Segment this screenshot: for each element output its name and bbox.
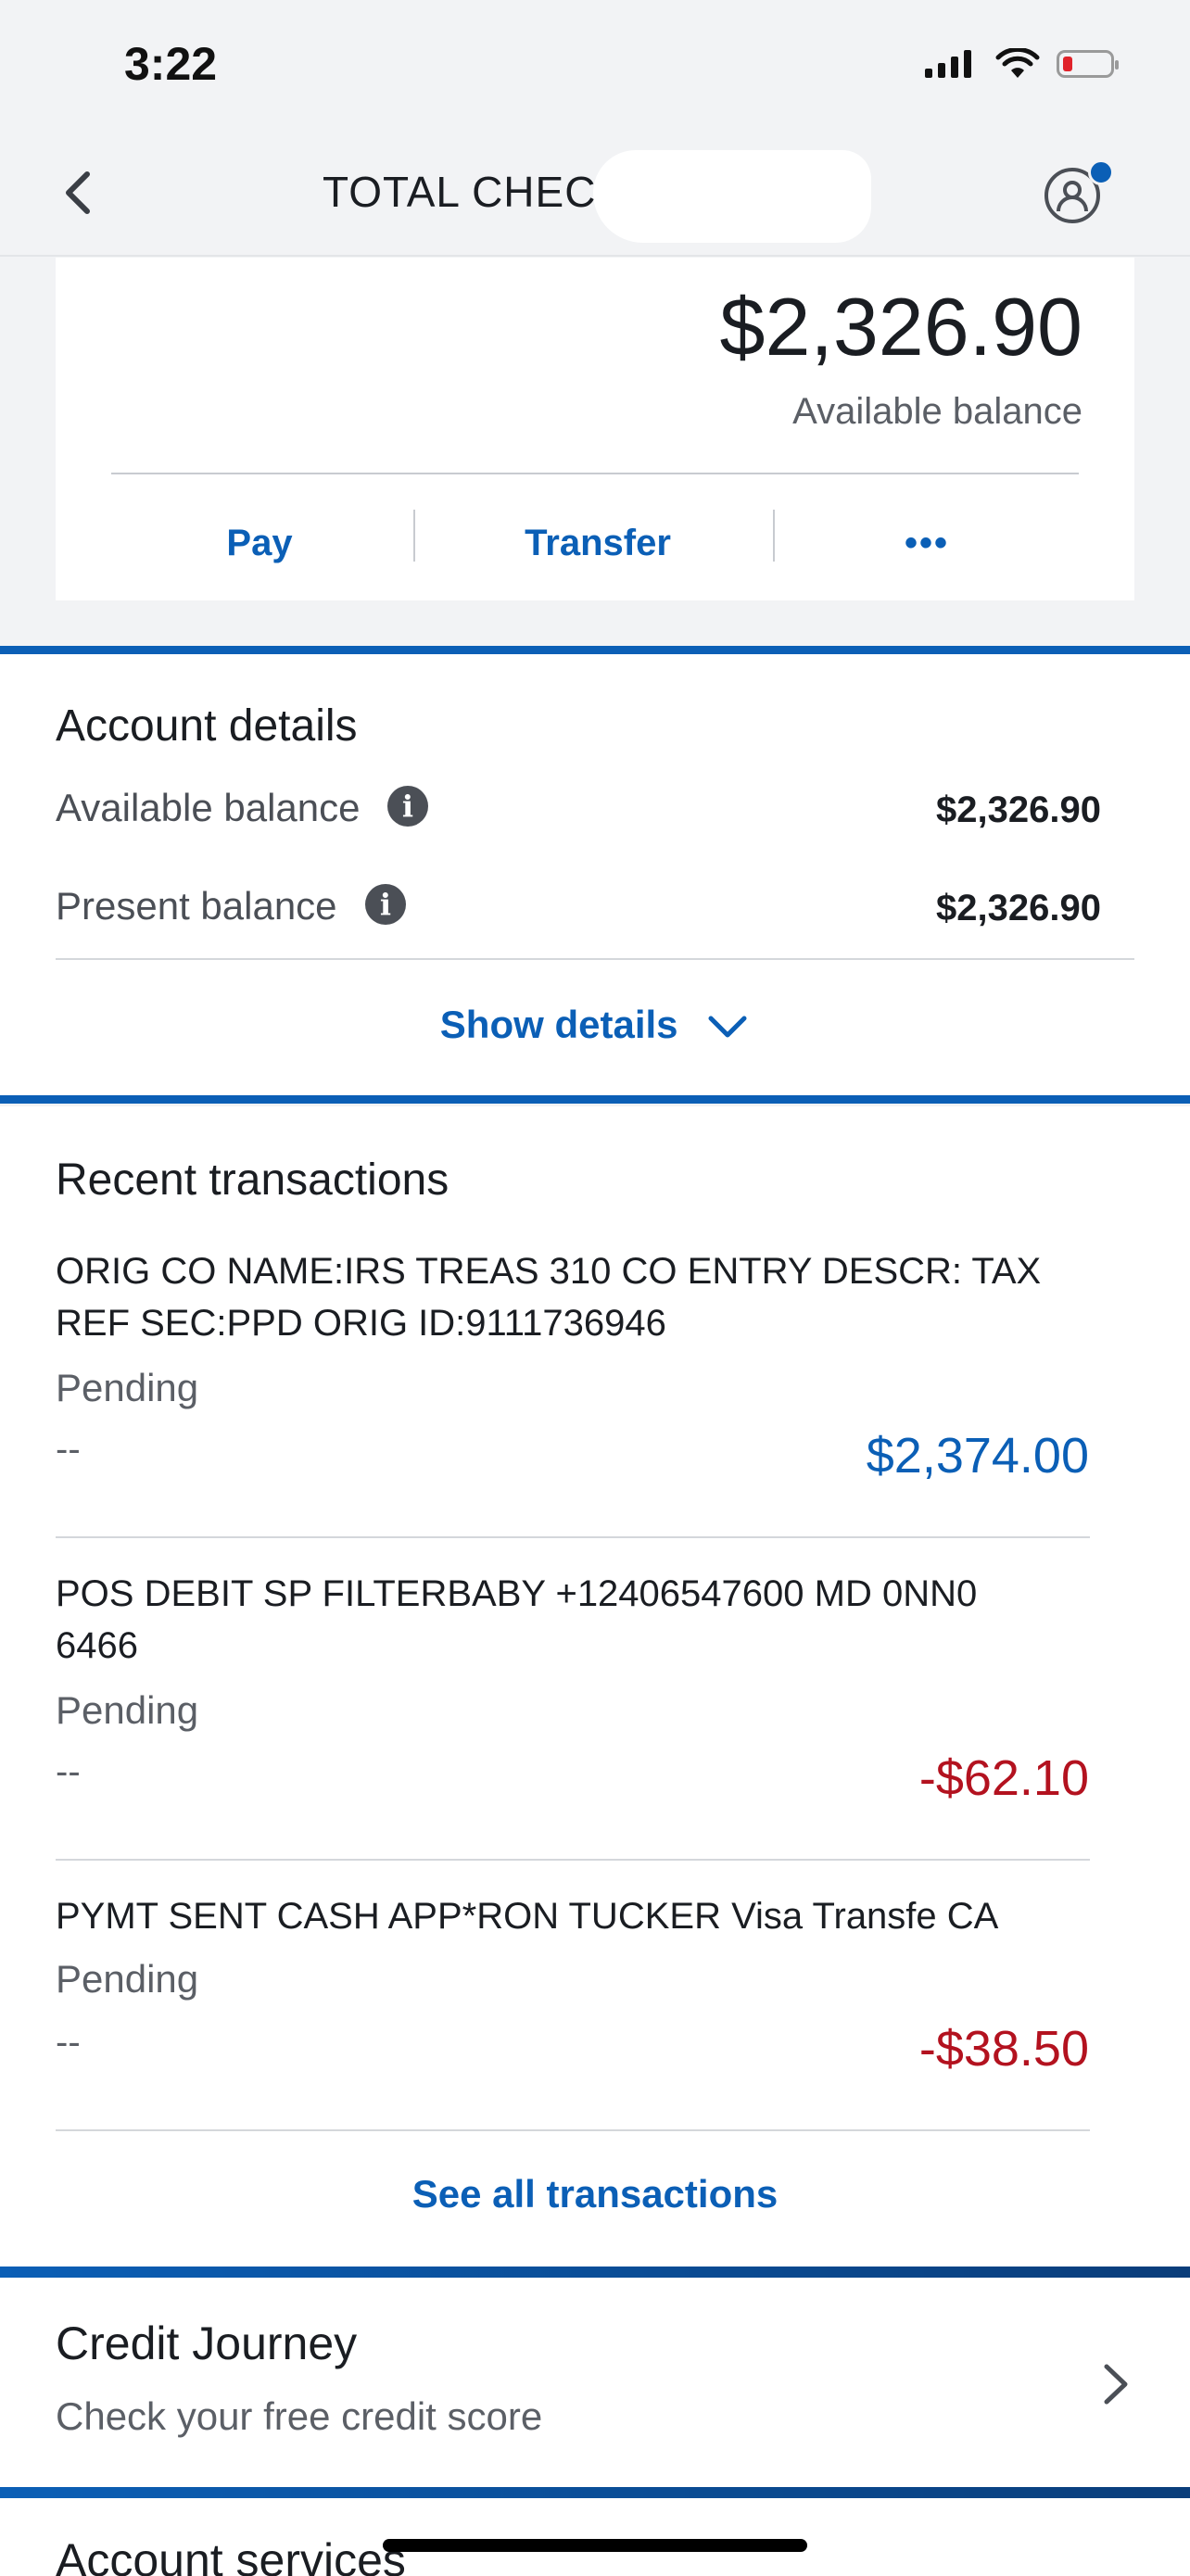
- balance-label: Available balance: [792, 391, 1082, 432]
- status-time: 3:22: [124, 38, 218, 90]
- more-options-button[interactable]: •••: [779, 515, 1075, 571]
- transaction-description: POS DEBIT SP FILTERBABY +12406547600 MD …: [56, 1573, 978, 1666]
- section-divider: [0, 2267, 1190, 2278]
- redaction-mark: [593, 150, 871, 243]
- transaction-status: Pending: [56, 1366, 199, 1409]
- present-balance-label: Present balance: [56, 884, 337, 928]
- pay-button[interactable]: Pay: [111, 515, 408, 571]
- balance-card: $2,326.90 Available balance Pay Transfer…: [56, 258, 1134, 600]
- transaction-row[interactable]: POS DEBIT SP FILTERBABY +12406547600 MD …: [0, 1568, 1190, 1864]
- transaction-amount: -$62.10: [918, 1750, 1089, 1806]
- account-services-section[interactable]: Account services: [0, 2498, 1190, 2576]
- transaction-date: --: [56, 1751, 81, 1792]
- see-all-transactions-link[interactable]: See all transactions: [0, 2172, 1190, 2216]
- balance-amount: $2,326.90: [719, 281, 1083, 373]
- chevron-right-icon: [1104, 2364, 1128, 2405]
- divider: [56, 1859, 1090, 1861]
- credit-journey-card[interactable]: Credit Journey Check your free credit sc…: [0, 2278, 1190, 2487]
- divider: [56, 2129, 1090, 2131]
- present-balance-value: $2,326.90: [936, 888, 1101, 928]
- chevron-down-icon: [708, 1016, 747, 1038]
- divider: [773, 510, 775, 562]
- show-details-label: Show details: [439, 1003, 678, 1046]
- transfer-button[interactable]: Transfer: [419, 515, 777, 571]
- section-divider: [0, 1095, 1190, 1104]
- show-details-button[interactable]: Show details: [0, 1003, 1190, 1047]
- divider: [56, 958, 1134, 960]
- notification-badge: [1088, 159, 1114, 185]
- back-icon[interactable]: [52, 165, 108, 221]
- transaction-description: ORIG CO NAME:IRS TREAS 310 CO ENTRY DESC…: [56, 1251, 1042, 1344]
- transaction-status: Pending: [56, 1957, 199, 2001]
- home-indicator: [383, 2539, 807, 2552]
- available-balance-label: Available balance: [56, 786, 361, 829]
- battery-icon: [1057, 50, 1119, 78]
- transaction-amount: $2,374.00: [866, 1428, 1089, 1484]
- section-title: Account details: [56, 701, 358, 751]
- credit-journey-subtitle: Check your free credit score: [56, 2394, 543, 2438]
- account-details-section: Account details Available balance i $2,3…: [0, 654, 1190, 1095]
- divider: [111, 473, 1079, 474]
- info-icon[interactable]: i: [387, 786, 428, 827]
- top-nav-bar: TOTAL CHECK: [0, 139, 1190, 257]
- section-divider: [0, 2487, 1190, 2498]
- section-title: Recent transactions: [56, 1155, 449, 1205]
- page-title: TOTAL CHECK: [323, 168, 627, 216]
- wifi-icon: [995, 48, 1040, 78]
- transaction-amount: -$38.50: [918, 2021, 1089, 2077]
- transaction-status: Pending: [56, 1688, 199, 1732]
- account-services-title: Account services: [56, 2534, 406, 2576]
- available-balance-value: $2,326.90: [936, 789, 1101, 830]
- transaction-date: --: [56, 2022, 81, 2063]
- divider: [56, 1536, 1090, 1538]
- divider: [413, 510, 415, 562]
- transaction-date: --: [56, 1429, 81, 1470]
- signal-icon: [925, 50, 971, 78]
- credit-journey-title: Credit Journey: [56, 2317, 358, 2369]
- transaction-description: PYMT SENT CASH APP*RON TUCKER Visa Trans…: [56, 1896, 999, 1937]
- status-icons: [923, 48, 1119, 80]
- transaction-row[interactable]: ORIG CO NAME:IRS TREAS 310 CO ENTRY DESC…: [0, 1245, 1190, 1542]
- transaction-row[interactable]: PYMT SENT CASH APP*RON TUCKER Visa Trans…: [0, 1890, 1190, 2131]
- section-divider: [0, 646, 1190, 654]
- info-icon[interactable]: i: [365, 884, 406, 925]
- recent-transactions-section: Recent transactions ORIG CO NAME:IRS TRE…: [0, 1106, 1190, 2267]
